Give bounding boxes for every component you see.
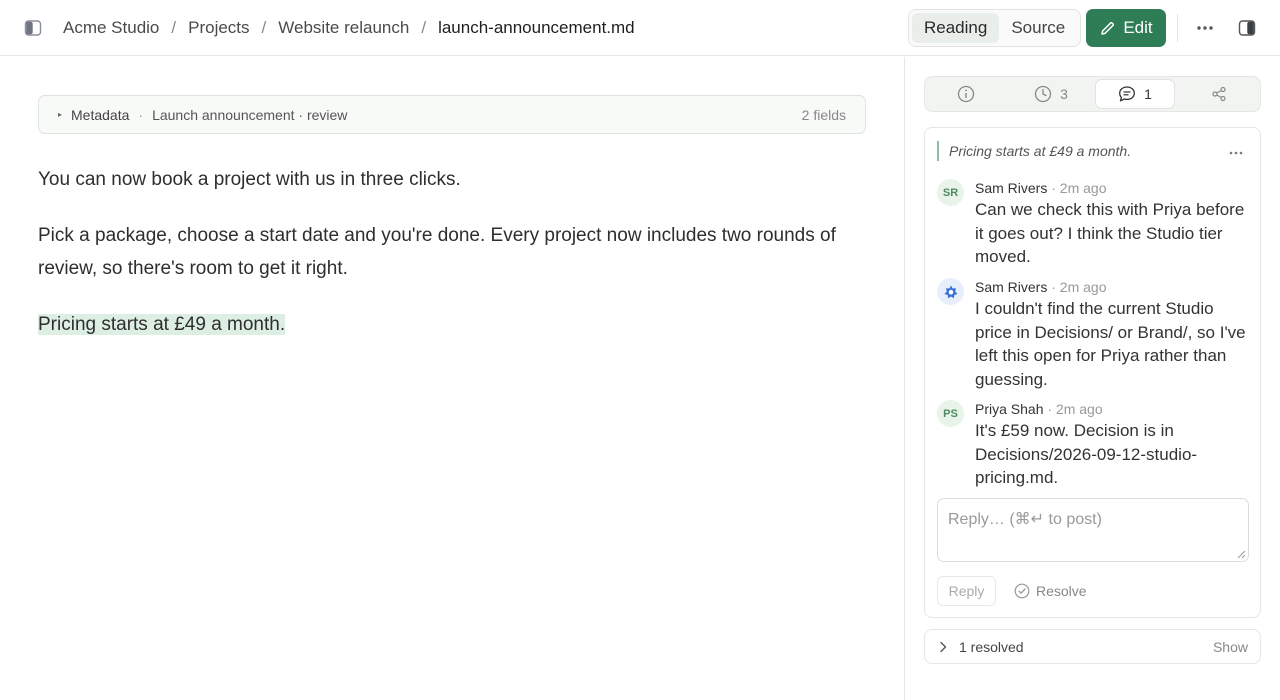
resolve-label: Resolve (1036, 583, 1087, 599)
comment-text: Can we check this with Priya before it g… (975, 200, 1245, 266)
breadcrumb: Acme Studio / Projects / Website relaunc… (63, 0, 635, 56)
thread-more-icon[interactable] (1225, 144, 1247, 162)
comment-author: Priya Shah (975, 401, 1044, 417)
share-icon (1212, 86, 1226, 102)
expand-caret-icon: ▸ (58, 110, 63, 119)
resolve-button[interactable]: Resolve (1014, 576, 1087, 606)
view-mode-toggle: Reading Source (908, 9, 1081, 47)
metadata-label: Metadata (71, 106, 130, 123)
metadata-fields-count: 2 fields (801, 106, 846, 123)
divider (1177, 14, 1178, 42)
comment-icon (1119, 86, 1136, 102)
top-bar: Acme Studio / Projects / Website relaunc… (0, 0, 1280, 56)
document-body: You can now book a project with us in th… (38, 163, 868, 364)
metadata-bar[interactable]: ▸ Metadata · Launch announcement · revie… (38, 95, 866, 134)
check-circle-icon (1014, 583, 1030, 599)
commented-highlight[interactable]: Pricing starts at £49 a month. (38, 314, 286, 335)
paragraph: Pricing starts at £49 a month. (38, 308, 868, 341)
comments-count: 1 (1144, 86, 1152, 102)
panel-tabs: 3 1 (924, 76, 1261, 112)
edit-button[interactable]: Edit (1086, 9, 1166, 47)
tab-info[interactable] (929, 80, 1003, 108)
resize-grip-icon[interactable] (1237, 550, 1246, 559)
breadcrumb-project[interactable]: Website relaunch (278, 18, 409, 38)
reading-mode-button[interactable]: Reading (912, 13, 1000, 43)
breadcrumb-projects[interactable]: Projects (188, 18, 249, 38)
breadcrumb-separator: / (261, 18, 267, 37)
history-icon (1034, 85, 1052, 103)
reply-placeholder: Reply… (⌘↵ to post) (948, 511, 1102, 528)
source-mode-button[interactable]: Source (999, 13, 1077, 43)
more-options-icon[interactable] (1193, 17, 1217, 39)
comment-author: Sam Rivers (975, 279, 1048, 295)
breadcrumb-current-file: launch-announcement.md (438, 18, 635, 37)
tab-history[interactable]: 3 (1011, 80, 1091, 108)
chevron-right-icon (940, 641, 947, 652)
sidebar-toggle-icon[interactable] (24, 19, 42, 37)
history-count: 3 (1060, 86, 1068, 102)
comment-text: I couldn't find the current Studio price… (975, 299, 1246, 389)
tab-comments[interactable]: 1 (1096, 80, 1174, 108)
panel-toggle-icon[interactable] (1238, 19, 1256, 37)
comment-text: It's £59 now. Decision is in Decisions/2… (975, 421, 1198, 487)
pencil-icon (1101, 21, 1115, 35)
comment-time: · 2m ago (1051, 279, 1107, 295)
paragraph: You can now book a project with us in th… (38, 169, 461, 190)
reply-input[interactable]: Reply… (⌘↵ to post) (937, 498, 1249, 562)
quoted-text: Pricing starts at £49 a month. (937, 141, 1131, 161)
comment-author: Sam Rivers (975, 180, 1048, 196)
metadata-summary: Launch announcement · review (152, 106, 348, 123)
document-area: ▸ Metadata · Launch announcement · revie… (0, 57, 904, 700)
breadcrumb-separator: / (421, 18, 427, 37)
edit-button-label: Edit (1123, 18, 1153, 37)
breadcrumb-workspace[interactable]: Acme Studio (63, 18, 159, 38)
reply-button[interactable]: Reply (937, 576, 996, 606)
paragraph: Pick a package, choose a start date and … (38, 225, 836, 279)
panel-divider (904, 57, 905, 700)
bot-icon (937, 278, 964, 305)
comment-thread: Pricing starts at £49 a month. SR Sam Ri… (924, 127, 1261, 618)
show-resolved-button[interactable]: Show (1213, 639, 1248, 655)
comment-time: · 2m ago (1047, 401, 1103, 417)
metadata-dot: · (138, 106, 144, 123)
breadcrumb-separator: / (171, 18, 177, 37)
comment-time: · 2m ago (1051, 180, 1107, 196)
avatar: SR (937, 179, 964, 206)
avatar: PS (937, 400, 964, 427)
tab-share[interactable] (1181, 80, 1257, 108)
resolved-threads-bar[interactable]: 1 resolved Show (924, 629, 1261, 664)
resolved-count: 1 resolved (959, 638, 1024, 655)
info-icon (957, 85, 975, 103)
